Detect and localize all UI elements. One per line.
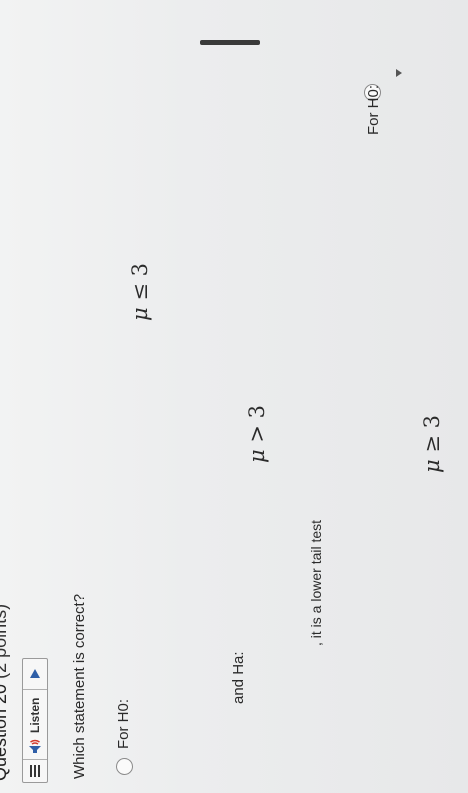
- option-2-h0-expression: μ ≥ 3: [420, 415, 444, 473]
- question-points: (2 points): [0, 603, 10, 679]
- listen-label: Listen: [28, 697, 42, 733]
- ha-relation: >: [245, 425, 269, 443]
- option-1-and-label: and Ha:: [230, 651, 247, 704]
- menu-icon: [30, 765, 40, 777]
- h0-value: 3: [420, 414, 444, 429]
- h0-symbol: μ: [128, 307, 152, 321]
- option-1-conclusion: , it is a lower tail test: [308, 519, 324, 646]
- toolbar-menu-button[interactable]: [23, 759, 47, 782]
- play-button[interactable]: [23, 659, 47, 689]
- scroll-indicator[interactable]: [200, 40, 260, 45]
- h0-relation: ≥: [420, 435, 444, 453]
- ha-value: 3: [245, 404, 269, 419]
- speaker-icon: [29, 739, 41, 753]
- option-1-ha-expression: μ > 3: [245, 405, 269, 463]
- question-title: Question 20 (2 points): [0, 604, 11, 781]
- play-icon: [30, 668, 40, 678]
- option-2-for-label: For H0:: [365, 84, 382, 135]
- question-number: Question 20: [0, 683, 10, 781]
- option-1-h0-expression: μ ≤ 3: [128, 263, 152, 321]
- option-1-for-label: For H0:: [115, 698, 132, 749]
- h0-relation: ≤: [128, 283, 152, 301]
- listen-button[interactable]: Listen: [23, 688, 47, 759]
- ha-symbol: μ: [245, 449, 269, 463]
- question-prompt: Which statement is correct?: [71, 593, 88, 779]
- h0-symbol: μ: [420, 459, 444, 473]
- caret-down-icon: [396, 69, 402, 77]
- option-1-radio[interactable]: [116, 758, 133, 775]
- question-panel: Question 20 (2 points) Listen Which stat…: [0, 0, 468, 793]
- read-aloud-toolbar: Listen: [22, 657, 48, 783]
- h0-value: 3: [128, 262, 152, 277]
